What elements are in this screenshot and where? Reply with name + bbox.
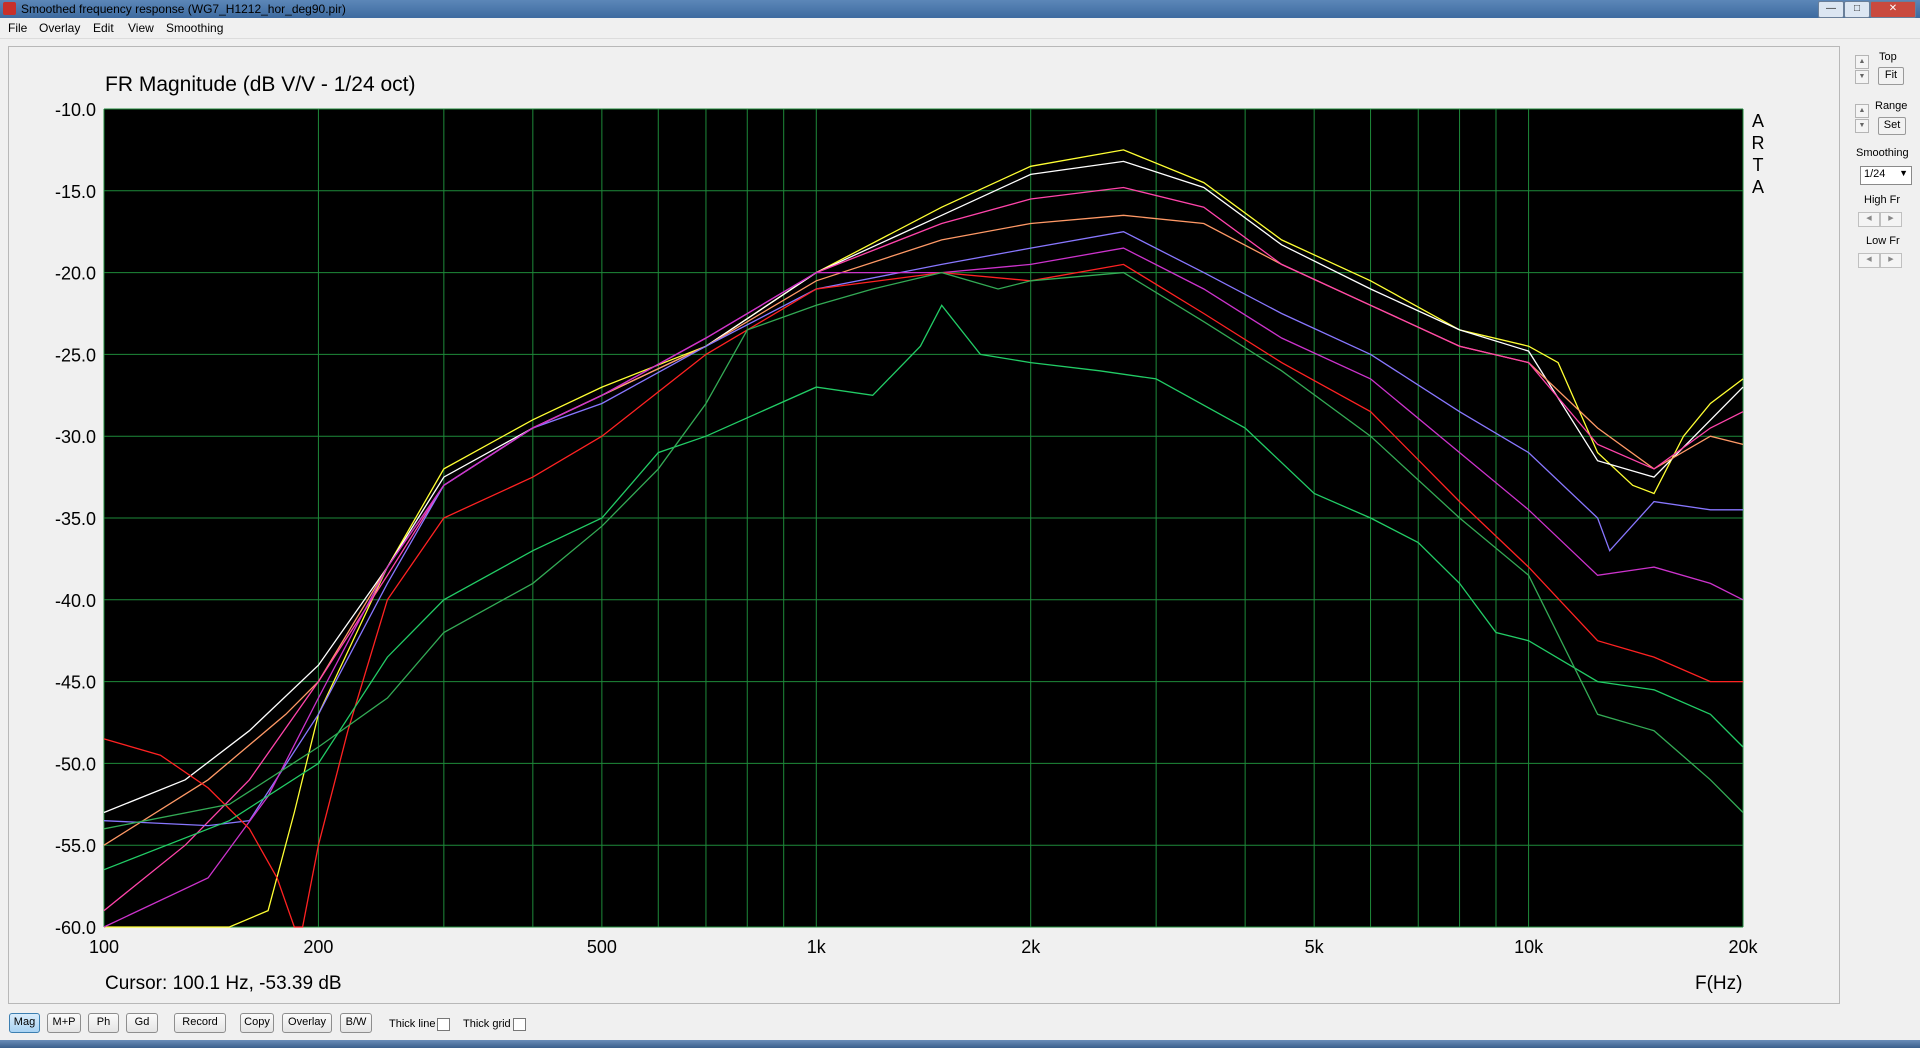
x-tick-label: 10k xyxy=(1514,937,1544,957)
title-bar: Smoothed frequency response (WG7_H1212_h… xyxy=(0,0,1920,18)
top-label: Top xyxy=(1879,51,1897,63)
y-tick-label: -60.0 xyxy=(55,918,96,938)
maximize-button[interactable]: □ xyxy=(1844,1,1870,18)
set-button[interactable]: Set xyxy=(1878,117,1906,135)
high-fr-label: High Fr xyxy=(1864,194,1901,206)
y-tick-label: -45.0 xyxy=(55,673,96,693)
watermark-letter: A xyxy=(1752,177,1764,197)
fit-button[interactable]: Fit xyxy=(1878,67,1904,85)
window-title: Smoothed frequency response (WG7_H1212_h… xyxy=(21,2,346,16)
y-tick-label: -50.0 xyxy=(55,754,96,774)
smoothing-select[interactable]: 1/24 ▼ xyxy=(1860,166,1912,185)
watermark-letter: R xyxy=(1752,133,1765,153)
y-tick-label: -10.0 xyxy=(55,100,96,120)
x-tick-label: 5k xyxy=(1305,937,1325,957)
x-tick-label: 500 xyxy=(587,937,617,957)
close-button[interactable]: ✕ xyxy=(1870,1,1916,18)
top-up-spin[interactable]: ▲ xyxy=(1855,55,1869,69)
copy-button[interactable]: Copy xyxy=(240,1013,274,1033)
taskbar xyxy=(0,1040,1920,1048)
high-fr-right-button[interactable]: ▶ xyxy=(1880,212,1902,227)
x-axis-labels: 100 200 500 1k 2k 5k 10k 20k xyxy=(89,937,1759,957)
y-tick-label: -40.0 xyxy=(55,591,96,611)
high-fr-left-button[interactable]: ◀ xyxy=(1858,212,1880,227)
bottom-toolbar: Mag M+P Ph Gd Record Copy Overlay B/W Th… xyxy=(0,1008,1920,1040)
range-label: Range xyxy=(1875,100,1908,112)
x-axis-title: F(Hz) xyxy=(1695,973,1742,994)
thick-line-checkbox[interactable] xyxy=(437,1018,450,1031)
smoothing-label: Smoothing xyxy=(1856,147,1909,159)
thick-grid-label: Thick grid xyxy=(463,1018,511,1030)
y-tick-label: -30.0 xyxy=(55,427,96,447)
y-axis-labels: -10.0 -15.0 -20.0 -25.0 -30.0 -35.0 -40.0 -45.0… xyxy=(55,100,96,938)
y-tick-label: -55.0 xyxy=(55,836,96,856)
thick-line-label: Thick line xyxy=(389,1018,436,1030)
menu-overlay[interactable]: Overlay xyxy=(39,21,80,35)
app-icon xyxy=(3,2,16,15)
x-tick-label: 2k xyxy=(1021,937,1041,957)
chart-title: FR Magnitude (dB V/V - 1/24 oct) xyxy=(105,73,415,96)
menu-file[interactable]: File xyxy=(8,21,27,35)
y-tick-label: -15.0 xyxy=(55,182,96,202)
y-tick-label: -20.0 xyxy=(55,264,96,284)
low-fr-right-button[interactable]: ▶ xyxy=(1880,253,1902,268)
menu-bar: File Overlay Edit View Smoothing xyxy=(0,18,1920,39)
x-tick-label: 20k xyxy=(1728,937,1758,957)
smoothing-value: 1/24 xyxy=(1864,168,1886,180)
overlay-button[interactable]: Overlay xyxy=(282,1013,332,1033)
cursor-readout: Cursor: 100.1 Hz, -53.39 dB xyxy=(105,973,342,994)
range-down-spin[interactable]: ▼ xyxy=(1855,119,1869,133)
x-tick-label: 200 xyxy=(303,937,333,957)
low-fr-left-button[interactable]: ◀ xyxy=(1858,253,1880,268)
menu-view[interactable]: View xyxy=(128,21,154,35)
mag-button[interactable]: Mag xyxy=(9,1013,40,1033)
ph-button[interactable]: Ph xyxy=(88,1013,119,1033)
top-down-spin[interactable]: ▼ xyxy=(1855,70,1869,84)
arta-watermark: ARTA xyxy=(1752,111,1765,197)
plot-panel: FR Magnitude (dB V/V - 1/24 oct) -10.0 -1… xyxy=(8,46,1840,1004)
thick-grid-checkbox[interactable] xyxy=(513,1018,526,1031)
gd-button[interactable]: Gd xyxy=(126,1013,158,1033)
minimize-button[interactable]: — xyxy=(1818,1,1844,18)
right-control-panel: ▲ ▼ Top Fit ▲ ▼ Range Set Smoothing 1/24… xyxy=(1846,46,1920,996)
menu-smoothing[interactable]: Smoothing xyxy=(166,21,223,35)
low-fr-label: Low Fr xyxy=(1866,235,1900,247)
range-up-spin[interactable]: ▲ xyxy=(1855,104,1869,118)
bw-button[interactable]: B/W xyxy=(340,1013,372,1033)
chevron-down-icon: ▼ xyxy=(1899,168,1908,178)
m-plus-p-button[interactable]: M+P xyxy=(47,1013,81,1033)
x-tick-label: 100 xyxy=(89,937,119,957)
y-tick-label: -25.0 xyxy=(55,345,96,365)
watermark-letter: A xyxy=(1752,111,1764,131)
watermark-letter: T xyxy=(1753,155,1764,175)
y-tick-label: -35.0 xyxy=(55,509,96,529)
frequency-response-chart[interactable]: FR Magnitude (dB V/V - 1/24 oct) -10.0-1… xyxy=(9,47,1839,1003)
x-tick-label: 1k xyxy=(807,937,827,957)
menu-edit[interactable]: Edit xyxy=(93,21,114,35)
record-button[interactable]: Record xyxy=(174,1013,226,1033)
